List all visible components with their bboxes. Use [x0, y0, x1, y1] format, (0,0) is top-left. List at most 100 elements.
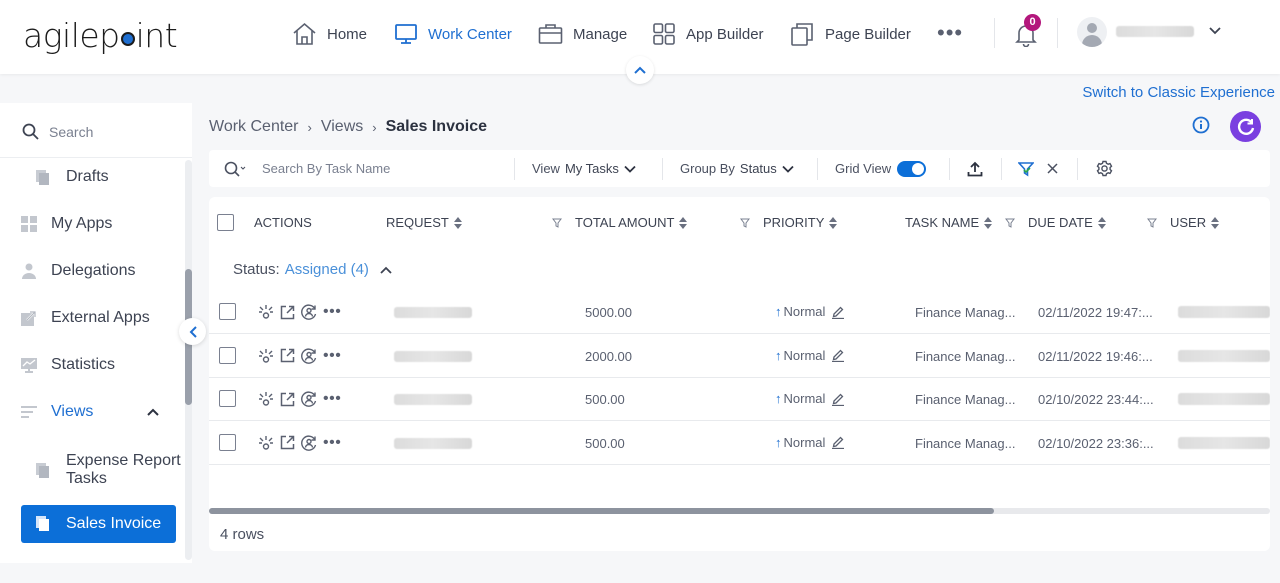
claim-task-icon[interactable] — [258, 391, 274, 407]
claim-task-icon[interactable] — [258, 435, 274, 451]
breadcrumb-work-center[interactable]: Work Center — [209, 118, 299, 136]
open-in-new-icon[interactable] — [280, 392, 295, 407]
group-by-dropdown[interactable]: Group By Status — [680, 150, 794, 187]
row-checkbox[interactable] — [219, 346, 236, 364]
row-checkbox[interactable] — [219, 303, 236, 320]
priority-value: Normal — [783, 434, 826, 450]
grid-view-toggle[interactable]: Grid View — [835, 150, 927, 187]
task-name-cell[interactable]: Finance Manag... — [915, 392, 1015, 407]
export-button[interactable] — [967, 150, 983, 187]
reassign-icon[interactable] — [301, 391, 317, 407]
request-redacted[interactable] — [394, 437, 472, 449]
total-amount-cell: 5000.00 — [585, 305, 632, 320]
column-header-priority[interactable]: PRIORITY — [763, 215, 838, 230]
sidebar-item-views[interactable]: Views — [0, 402, 180, 422]
request-redacted[interactable] — [394, 350, 472, 362]
sort-icon[interactable] — [1097, 216, 1106, 229]
priority-up-arrow-icon: ↑ — [775, 391, 782, 406]
switch-classic-link[interactable]: Switch to Classic Experience — [1082, 84, 1275, 101]
sort-icon[interactable] — [1211, 216, 1220, 229]
table-row[interactable]: ••• 5000.00 ↑ Normal Finance Manag... 02… — [209, 291, 1270, 334]
clear-filter-button[interactable] — [1047, 150, 1058, 187]
more-actions-icon[interactable]: ••• — [323, 391, 341, 407]
horizontal-scrollbar-thumb[interactable] — [209, 508, 995, 514]
collapse-sidebar-button[interactable] — [179, 318, 206, 345]
chevron-up-icon[interactable] — [380, 266, 392, 274]
edit-pencil-icon[interactable] — [831, 348, 845, 362]
table-row[interactable]: ••• 2000.00 ↑ Normal Finance Manag... 02… — [209, 335, 1270, 378]
sort-icon[interactable] — [453, 216, 462, 229]
nav-manage[interactable]: Manage — [538, 22, 627, 46]
column-header-user[interactable]: USER — [1170, 215, 1220, 230]
view-dropdown[interactable]: View My Tasks — [532, 150, 636, 187]
chevron-down-icon[interactable] — [1208, 25, 1222, 37]
more-actions-icon[interactable]: ••• — [323, 434, 341, 450]
chevron-up-icon[interactable] — [147, 408, 159, 416]
task-search-input[interactable] — [262, 153, 502, 184]
sidebar-item-label: Views — [51, 403, 94, 420]
column-header-due-date[interactable]: DUE DATE — [1028, 215, 1106, 230]
open-in-new-icon[interactable] — [280, 305, 295, 320]
reassign-icon[interactable] — [301, 304, 317, 320]
filter-icon[interactable] — [1005, 218, 1015, 228]
group-header-status[interactable]: Status: Assigned (4) — [233, 261, 392, 278]
breadcrumb-views[interactable]: Views — [321, 118, 363, 136]
request-redacted[interactable] — [394, 307, 472, 318]
table-row[interactable]: ••• 500.00 ↑ Normal Finance Manag... 02/… — [209, 422, 1270, 465]
nav-page-builder[interactable]: Page Builder — [790, 22, 911, 47]
row-checkbox[interactable] — [219, 390, 236, 407]
task-search-field[interactable] — [262, 150, 502, 187]
open-in-new-icon[interactable] — [280, 435, 295, 450]
chevron-down-icon — [624, 165, 636, 173]
nav-work-center[interactable]: Work Center — [394, 22, 512, 46]
user-avatar[interactable] — [1077, 17, 1107, 47]
reassign-icon[interactable] — [301, 435, 317, 451]
filter-icon[interactable] — [552, 218, 562, 228]
reassign-icon[interactable] — [301, 348, 317, 364]
open-in-new-icon[interactable] — [280, 348, 295, 363]
settings-button[interactable] — [1096, 150, 1113, 187]
column-header-request[interactable]: REQUEST — [386, 215, 462, 230]
sort-icon[interactable] — [829, 216, 838, 229]
grid-view-switch[interactable] — [897, 160, 927, 177]
filter-button[interactable] — [1018, 150, 1034, 187]
select-all-checkbox[interactable] — [217, 214, 234, 231]
more-actions-icon[interactable]: ••• — [323, 347, 341, 363]
home-icon — [293, 22, 316, 45]
table-row[interactable]: ••• 500.00 ↑ Normal Finance Manag... 02/… — [209, 378, 1270, 421]
request-redacted[interactable] — [394, 394, 472, 405]
sidebar-search-label: Search — [49, 124, 94, 140]
filter-icon[interactable] — [1147, 218, 1157, 228]
more-actions-icon[interactable]: ••• — [323, 304, 341, 320]
edit-pencil-icon[interactable] — [831, 435, 845, 449]
row-checkbox[interactable] — [219, 433, 236, 451]
sidebar-item-label: Delegations — [51, 262, 136, 279]
breadcrumb-separator: › — [307, 119, 312, 135]
user-name-redacted[interactable] — [1116, 26, 1194, 37]
refresh-button[interactable] — [1230, 111, 1261, 142]
column-header-total-amount[interactable]: TOTAL AMOUNT — [575, 215, 688, 230]
task-name-cell[interactable]: Finance Manag... — [915, 349, 1015, 364]
claim-task-icon[interactable] — [258, 348, 274, 364]
agilepoint-logo[interactable]: agilep int — [23, 16, 178, 55]
task-name-cell[interactable]: Finance Manag... — [915, 436, 1015, 451]
filter-icon[interactable] — [740, 218, 750, 228]
more-menu-button[interactable]: ••• — [937, 22, 963, 44]
task-name-cell[interactable]: Finance Manag... — [915, 305, 1015, 320]
sort-icon[interactable] — [984, 216, 993, 229]
nav-app-builder[interactable]: App Builder — [652, 22, 764, 46]
sidebar-search[interactable]: Search — [0, 103, 192, 158]
claim-task-icon[interactable] — [258, 304, 274, 320]
edit-pencil-icon[interactable] — [831, 305, 845, 319]
edit-pencil-icon[interactable] — [831, 392, 845, 406]
nav-home[interactable]: Home — [292, 22, 367, 46]
sidebar-item-sales-invoice[interactable]: Sales Invoice — [21, 505, 176, 543]
checkbox[interactable] — [217, 214, 234, 231]
sort-icon[interactable] — [679, 216, 688, 229]
search-mode-button[interactable] — [224, 150, 246, 187]
collapse-header-button[interactable] — [626, 56, 654, 84]
info-icon[interactable] — [1192, 116, 1210, 134]
column-header-task-name[interactable]: TASK NAME — [905, 215, 993, 230]
priority-cell: ↑ Normal — [775, 435, 845, 450]
divider — [1077, 158, 1078, 180]
